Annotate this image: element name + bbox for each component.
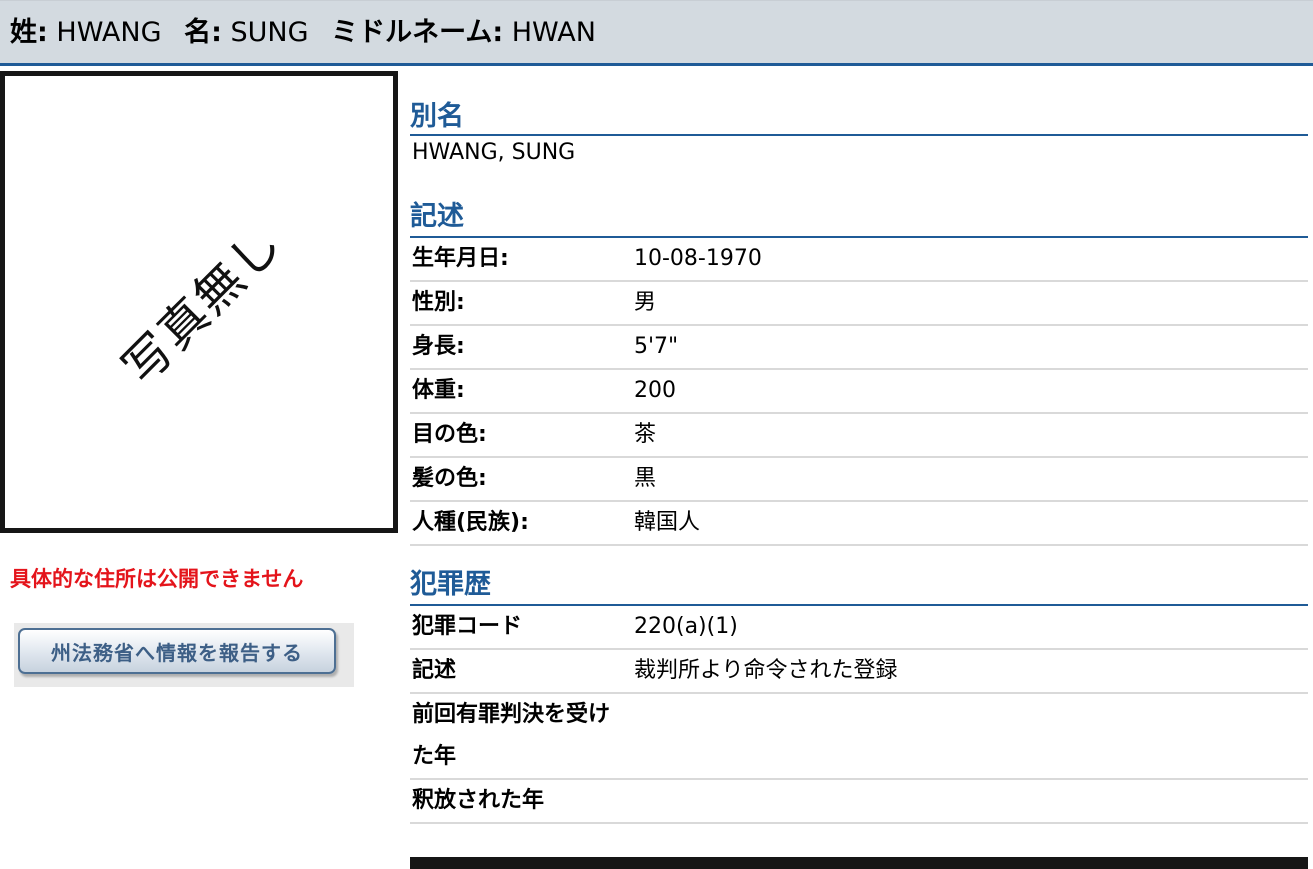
criminal-value	[634, 694, 1308, 778]
description-label: 髪の色:	[412, 466, 487, 491]
criminal-history-table: 犯罪コード 220(a)(1) 記述 裁判所より命令された登録 前回有罪判決を受…	[410, 606, 1308, 824]
description-label: 人種(民族):	[412, 510, 529, 535]
criminal-row: 前回有罪判決を受け た年	[410, 694, 1308, 780]
criminal-label: 釈放された年	[412, 788, 545, 813]
bottom-divider	[410, 857, 1308, 869]
first-name-value: SUNG	[230, 17, 309, 48]
description-value: 茶	[634, 422, 657, 447]
description-value: 5'7"	[634, 334, 679, 359]
criminal-value: 裁判所より命令された登録	[634, 658, 898, 683]
description-label: 目の色:	[412, 422, 487, 447]
description-row: 生年月日: 10-08-1970	[410, 238, 1308, 282]
description-row: 目の色: 茶	[410, 414, 1308, 458]
description-row: 性別: 男	[410, 282, 1308, 326]
report-button-container: 州法務省へ情報を報告する	[14, 623, 354, 687]
aliases-heading: 別名	[410, 100, 1308, 136]
description-value: 10-08-1970	[634, 246, 762, 271]
address-notice: 具体的な住所は公開できません	[10, 567, 304, 591]
header-bar: 姓: HWANG 名: SUNG ミドルネーム: HWAN	[0, 0, 1313, 66]
description-value: 黒	[634, 466, 657, 491]
criminal-label: 前回有罪判決を受け た年	[412, 702, 611, 769]
criminal-label: 記述	[412, 658, 457, 683]
description-row: 身長: 5'7"	[410, 326, 1308, 370]
middle-name-label: ミドルネーム:	[331, 17, 504, 48]
details-panel: 別名 HWANG, SUNG 記述 生年月日: 10-08-1970 性別: 男…	[410, 70, 1308, 824]
description-row: 人種(民族): 韓国人	[410, 502, 1308, 546]
description-row: 体重: 200	[410, 370, 1308, 414]
criminal-value	[634, 780, 1308, 822]
description-value: 韓国人	[634, 510, 701, 535]
first-name-label: 名:	[184, 17, 222, 48]
description-label: 体重:	[412, 378, 465, 403]
last-name-label: 姓:	[10, 17, 48, 48]
photo-frame: 写真無し	[0, 71, 398, 533]
description-label: 性別:	[412, 290, 465, 315]
description-row: 髪の色: 黒	[410, 458, 1308, 502]
last-name-value: HWANG	[56, 17, 162, 48]
description-value: 男	[634, 290, 657, 315]
name-line: 姓: HWANG 名: SUNG ミドルネーム: HWAN	[10, 15, 596, 51]
description-heading: 記述	[410, 200, 1308, 238]
description-label: 身長:	[412, 334, 465, 359]
description-table: 生年月日: 10-08-1970 性別: 男 身長: 5'7" 体重: 200 …	[410, 238, 1308, 546]
criminal-label: 犯罪コード	[412, 614, 523, 639]
alias-value: HWANG, SUNG	[412, 140, 576, 165]
criminal-row: 記述 裁判所より命令された登録	[410, 650, 1308, 694]
criminal-value: 220(a)(1)	[634, 614, 738, 639]
criminal-row: 犯罪コード 220(a)(1)	[410, 606, 1308, 650]
middle-name-value: HWAN	[511, 17, 596, 48]
description-label: 生年月日:	[412, 246, 509, 271]
no-photo-placeholder: 写真無し	[112, 215, 294, 397]
description-value: 200	[634, 378, 676, 403]
criminal-row: 釈放された年	[410, 780, 1308, 824]
criminal-history-heading: 犯罪歴	[410, 568, 1308, 606]
report-to-doj-button[interactable]: 州法務省へ情報を報告する	[18, 628, 336, 674]
